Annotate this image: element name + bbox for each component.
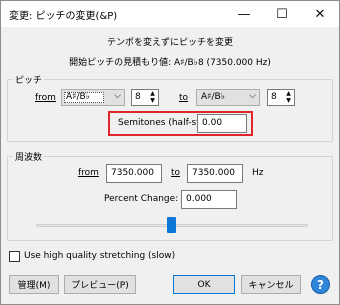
pitch-to-note-select[interactable]: A♯/B♭ ⌵ <box>196 89 260 106</box>
pitch-from-note-value: A♯/B♭ <box>66 92 90 102</box>
slider-thumb[interactable] <box>167 217 176 233</box>
pitch-from-octave-spinner[interactable]: 8 ▲ ▼ <box>131 89 159 106</box>
help-icon[interactable]: ? <box>311 275 330 294</box>
percent-change-input[interactable]: 0.000 <box>181 190 237 209</box>
high-quality-checkbox[interactable] <box>9 251 20 262</box>
close-button[interactable]: ✕ <box>301 1 339 27</box>
chevron-down-icon: ⌵ <box>249 91 256 101</box>
frequency-to-label: to <box>171 168 181 178</box>
frequency-from-input[interactable]: 7350.000 <box>106 164 162 183</box>
semitones-input[interactable]: 0.00 <box>197 114 247 133</box>
cancel-button[interactable]: キャンセル <box>241 275 301 294</box>
frequency-group-label: 周波数 <box>13 150 45 163</box>
minimize-button[interactable]: — <box>225 1 263 27</box>
pitch-to-octave-spinner[interactable]: 8 ▲ ▼ <box>267 89 295 106</box>
preview-button[interactable]: プレビュー(P) <box>64 275 136 294</box>
description-text: テンポを変えずにピッチを変更 <box>106 38 233 48</box>
pitch-group-label: ピッチ <box>13 73 45 86</box>
frequency-from-label: from <box>78 168 99 178</box>
pitch-to-note-value: A♯/B♭ <box>201 92 225 102</box>
chevron-down-icon: ⌵ <box>114 91 121 101</box>
change-pitch-dialog: 変更: ピッチの変更(&P) — ☐ ✕ テンポを変えずにピッチを変更 開始ピッ… <box>0 0 340 305</box>
spin-down-icon[interactable]: ▼ <box>284 97 293 104</box>
spin-down-icon[interactable]: ▼ <box>148 97 157 104</box>
frequency-unit-label: Hz <box>252 168 264 178</box>
maximize-button[interactable]: ☐ <box>263 1 301 27</box>
frequency-to-input[interactable]: 7350.000 <box>187 164 243 183</box>
pitch-from-label: from <box>35 93 56 103</box>
ok-button[interactable]: OK <box>173 275 235 294</box>
spin-up-icon[interactable]: ▲ <box>148 90 157 97</box>
window-title: 変更: ピッチの変更(&P) <box>9 11 118 22</box>
spin-up-icon[interactable]: ▲ <box>284 90 293 97</box>
pitch-from-note-select[interactable]: A♯/B♭ ⌵ <box>61 89 125 106</box>
pitch-to-label: to <box>179 93 189 103</box>
high-quality-label: Use high quality stretching (slow) <box>24 251 176 261</box>
title-bar: 変更: ピッチの変更(&P) — ☐ ✕ <box>1 1 339 27</box>
manage-button[interactable]: 管理(M) <box>9 275 59 294</box>
estimated-pitch-text: 開始ピッチの見積もり値: A♯/B♭8 (7350.000 Hz) <box>69 58 271 68</box>
percent-change-label: Percent Change: <box>104 194 179 204</box>
